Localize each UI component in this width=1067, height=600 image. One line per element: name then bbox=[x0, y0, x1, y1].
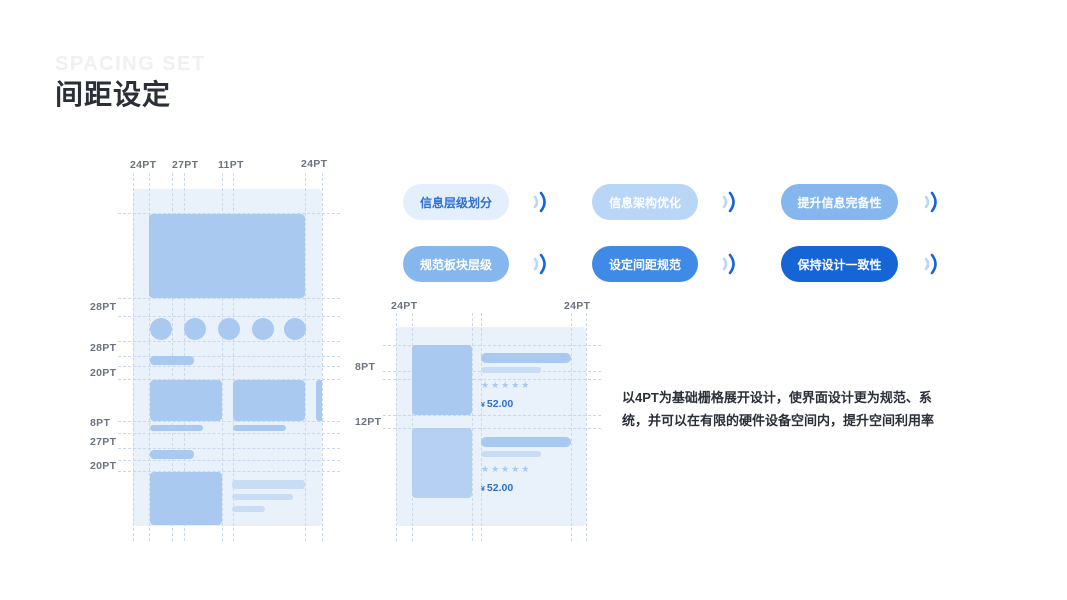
guide-line bbox=[118, 433, 340, 434]
banner-block bbox=[149, 214, 305, 298]
product-price: ¥52.00 bbox=[481, 482, 514, 494]
spacing-label: 24PT bbox=[391, 300, 418, 312]
card-caption-bar bbox=[150, 425, 203, 431]
product-thumbnail bbox=[412, 428, 472, 498]
section-heading-bar bbox=[150, 450, 194, 459]
pill-info-architecture: 信息架构优化 bbox=[592, 184, 698, 220]
pill-block-hierarchy: 规范板块层级 bbox=[403, 246, 509, 282]
list-text-bar bbox=[232, 480, 305, 489]
guide-line bbox=[472, 313, 473, 541]
guide-line bbox=[118, 341, 340, 342]
card-block-peek bbox=[316, 380, 322, 421]
card-block bbox=[150, 380, 222, 421]
guide-line bbox=[396, 313, 397, 541]
guide-line bbox=[118, 298, 340, 299]
guide-line bbox=[383, 415, 601, 416]
signal-wave-icon bbox=[924, 191, 937, 213]
spacing-label: 8PT bbox=[90, 417, 111, 429]
signal-wave-icon bbox=[924, 253, 937, 275]
spacing-label: 8PT bbox=[355, 361, 376, 373]
rating-stars-icon: ★★★★★ bbox=[481, 380, 532, 390]
signal-wave-icon bbox=[533, 253, 546, 275]
list-text-bar bbox=[232, 494, 293, 500]
guide-line bbox=[586, 313, 587, 541]
rating-stars-icon: ★★★★★ bbox=[481, 464, 532, 474]
spacing-label: 24PT bbox=[564, 300, 591, 312]
signal-wave-icon bbox=[722, 191, 735, 213]
product-price: ¥52.00 bbox=[481, 398, 514, 410]
description-text: 以4PT为基础栅格展开设计，使界面设计更为规范、系统，并可以在有限的硬件设备空间… bbox=[622, 390, 935, 428]
product-title-bar bbox=[481, 353, 571, 363]
pill-label: 保持设计一致性 bbox=[797, 257, 882, 272]
spacing-label: 24PT bbox=[301, 158, 328, 170]
pill-info-hierarchy: 信息层级划分 bbox=[403, 184, 509, 220]
pill-spacing-spec: 设定间距规范 bbox=[592, 246, 698, 282]
section-heading-bar bbox=[150, 356, 194, 365]
card-block bbox=[233, 380, 305, 421]
guide-line bbox=[322, 173, 323, 541]
guide-line bbox=[118, 421, 340, 422]
guide-line bbox=[118, 448, 340, 449]
product-title-bar bbox=[481, 437, 571, 447]
spacing-label: 11PT bbox=[218, 159, 244, 171]
product-subtitle-bar bbox=[481, 451, 541, 457]
spacing-label: 27PT bbox=[172, 159, 199, 171]
guide-line bbox=[133, 173, 134, 541]
list-text-bar bbox=[232, 506, 265, 512]
product-thumbnail bbox=[412, 345, 472, 415]
category-circle bbox=[218, 318, 240, 340]
category-circle bbox=[252, 318, 274, 340]
guide-line bbox=[118, 316, 340, 317]
spacing-label: 28PT bbox=[90, 301, 117, 313]
spacing-label: 24PT bbox=[130, 159, 157, 171]
signal-wave-icon bbox=[533, 191, 546, 213]
guide-line bbox=[118, 460, 340, 461]
pill-label: 规范板块层级 bbox=[419, 257, 492, 272]
product-subtitle-bar bbox=[481, 367, 541, 373]
spacing-label: 27PT bbox=[90, 436, 117, 448]
pill-label: 提升信息完备性 bbox=[797, 195, 882, 210]
spacing-label: 20PT bbox=[90, 460, 117, 472]
pill-label: 设定间距规范 bbox=[608, 257, 681, 272]
category-circle bbox=[150, 318, 172, 340]
guide-line bbox=[481, 313, 482, 541]
card-caption-bar bbox=[233, 425, 286, 431]
page-title: 间距设定 bbox=[55, 79, 172, 110]
spacing-label: 20PT bbox=[90, 367, 117, 379]
pill-label: 信息架构优化 bbox=[608, 195, 681, 210]
guide-line bbox=[571, 313, 572, 541]
category-circle bbox=[284, 318, 306, 340]
list-image-block bbox=[150, 472, 222, 525]
signal-wave-icon bbox=[722, 253, 735, 275]
category-circle bbox=[184, 318, 206, 340]
guide-line bbox=[305, 173, 306, 541]
pill-design-consistency: 保持设计一致性 bbox=[781, 246, 898, 282]
pill-info-completeness: 提升信息完备性 bbox=[781, 184, 898, 220]
spacing-label: 28PT bbox=[90, 342, 117, 354]
guide-line bbox=[118, 366, 340, 367]
spacing-label: 12PT bbox=[355, 416, 382, 428]
pill-label: 信息层级划分 bbox=[419, 195, 492, 210]
